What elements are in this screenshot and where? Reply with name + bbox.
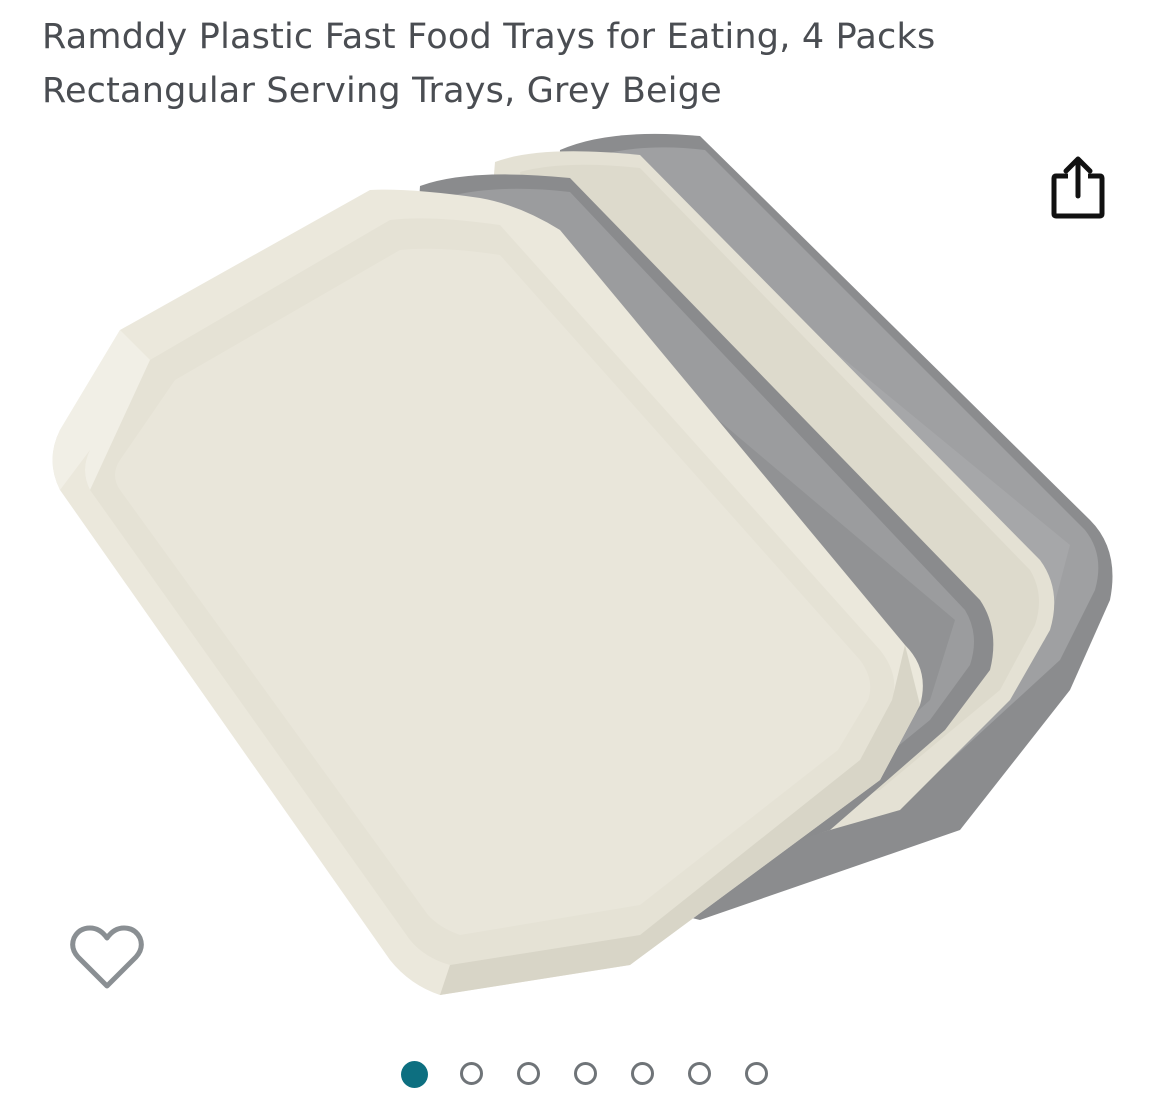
image-carousel-indicators [0,1061,1170,1090]
share-icon [1051,156,1105,219]
carousel-dot-2[interactable] [460,1062,483,1085]
carousel-dot-3[interactable] [517,1062,540,1085]
product-title-line-1: Ramddy Plastic Fast Food Trays for Eatin… [42,17,936,57]
share-button[interactable] [1046,152,1110,224]
add-to-wishlist-button[interactable] [68,920,146,994]
carousel-dot-4[interactable] [574,1062,597,1085]
product-image[interactable] [0,120,1170,1040]
carousel-dot-1[interactable] [401,1061,428,1088]
heart-outline-icon [70,925,144,989]
product-title-line-2: Rectangular Serving Trays, Grey Beige [42,71,722,111]
carousel-dot-6[interactable] [688,1062,711,1085]
carousel-dot-5[interactable] [631,1062,654,1085]
carousel-dot-7[interactable] [745,1062,768,1085]
product-title: Ramddy Plastic Fast Food Trays for Eatin… [42,10,1042,118]
